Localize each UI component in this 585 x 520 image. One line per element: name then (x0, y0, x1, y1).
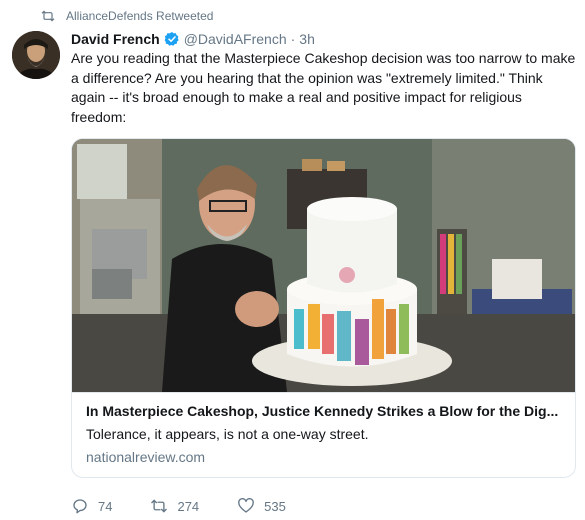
retweet-context[interactable]: AllianceDefends Retweeted (40, 9, 213, 23)
separator: · (290, 31, 296, 47)
reply-icon (73, 499, 87, 514)
card-image (72, 139, 575, 392)
verified-badge-icon (164, 32, 179, 46)
avatar[interactable] (12, 31, 60, 79)
heart-icon (238, 498, 255, 513)
display-name[interactable]: David French (71, 31, 160, 47)
handle[interactable]: @DavidAFrench (184, 31, 287, 47)
card-body: In Masterpiece Cakeshop, Justice Kennedy… (72, 392, 575, 477)
retweet-icon (41, 10, 55, 22)
reply-button[interactable]: 74 (71, 497, 112, 515)
card-description: Tolerance, it appears, is not a one-way … (86, 426, 369, 442)
retweet-context-label: AllianceDefends Retweeted (66, 9, 214, 23)
retweet-button[interactable]: 274 (150, 497, 199, 515)
tweet-actions: 74 274 535 (71, 497, 324, 515)
retweet-icon (151, 499, 168, 513)
reply-count: 74 (98, 498, 113, 514)
like-button[interactable]: 535 (237, 497, 286, 515)
tweet-text: Are you reading that the Masterpiece Cak… (71, 50, 576, 125)
tweet-header: David French @DavidAFrench · 3h (71, 31, 315, 47)
card-title[interactable]: In Masterpiece Cakeshop, Justice Kennedy… (86, 403, 563, 419)
retweet-count: 274 (177, 498, 200, 514)
like-count: 535 (264, 498, 286, 514)
card-domain: nationalreview.com (86, 449, 206, 465)
timestamp[interactable]: 3h (299, 31, 315, 47)
link-card[interactable]: In Masterpiece Cakeshop, Justice Kennedy… (71, 138, 576, 478)
